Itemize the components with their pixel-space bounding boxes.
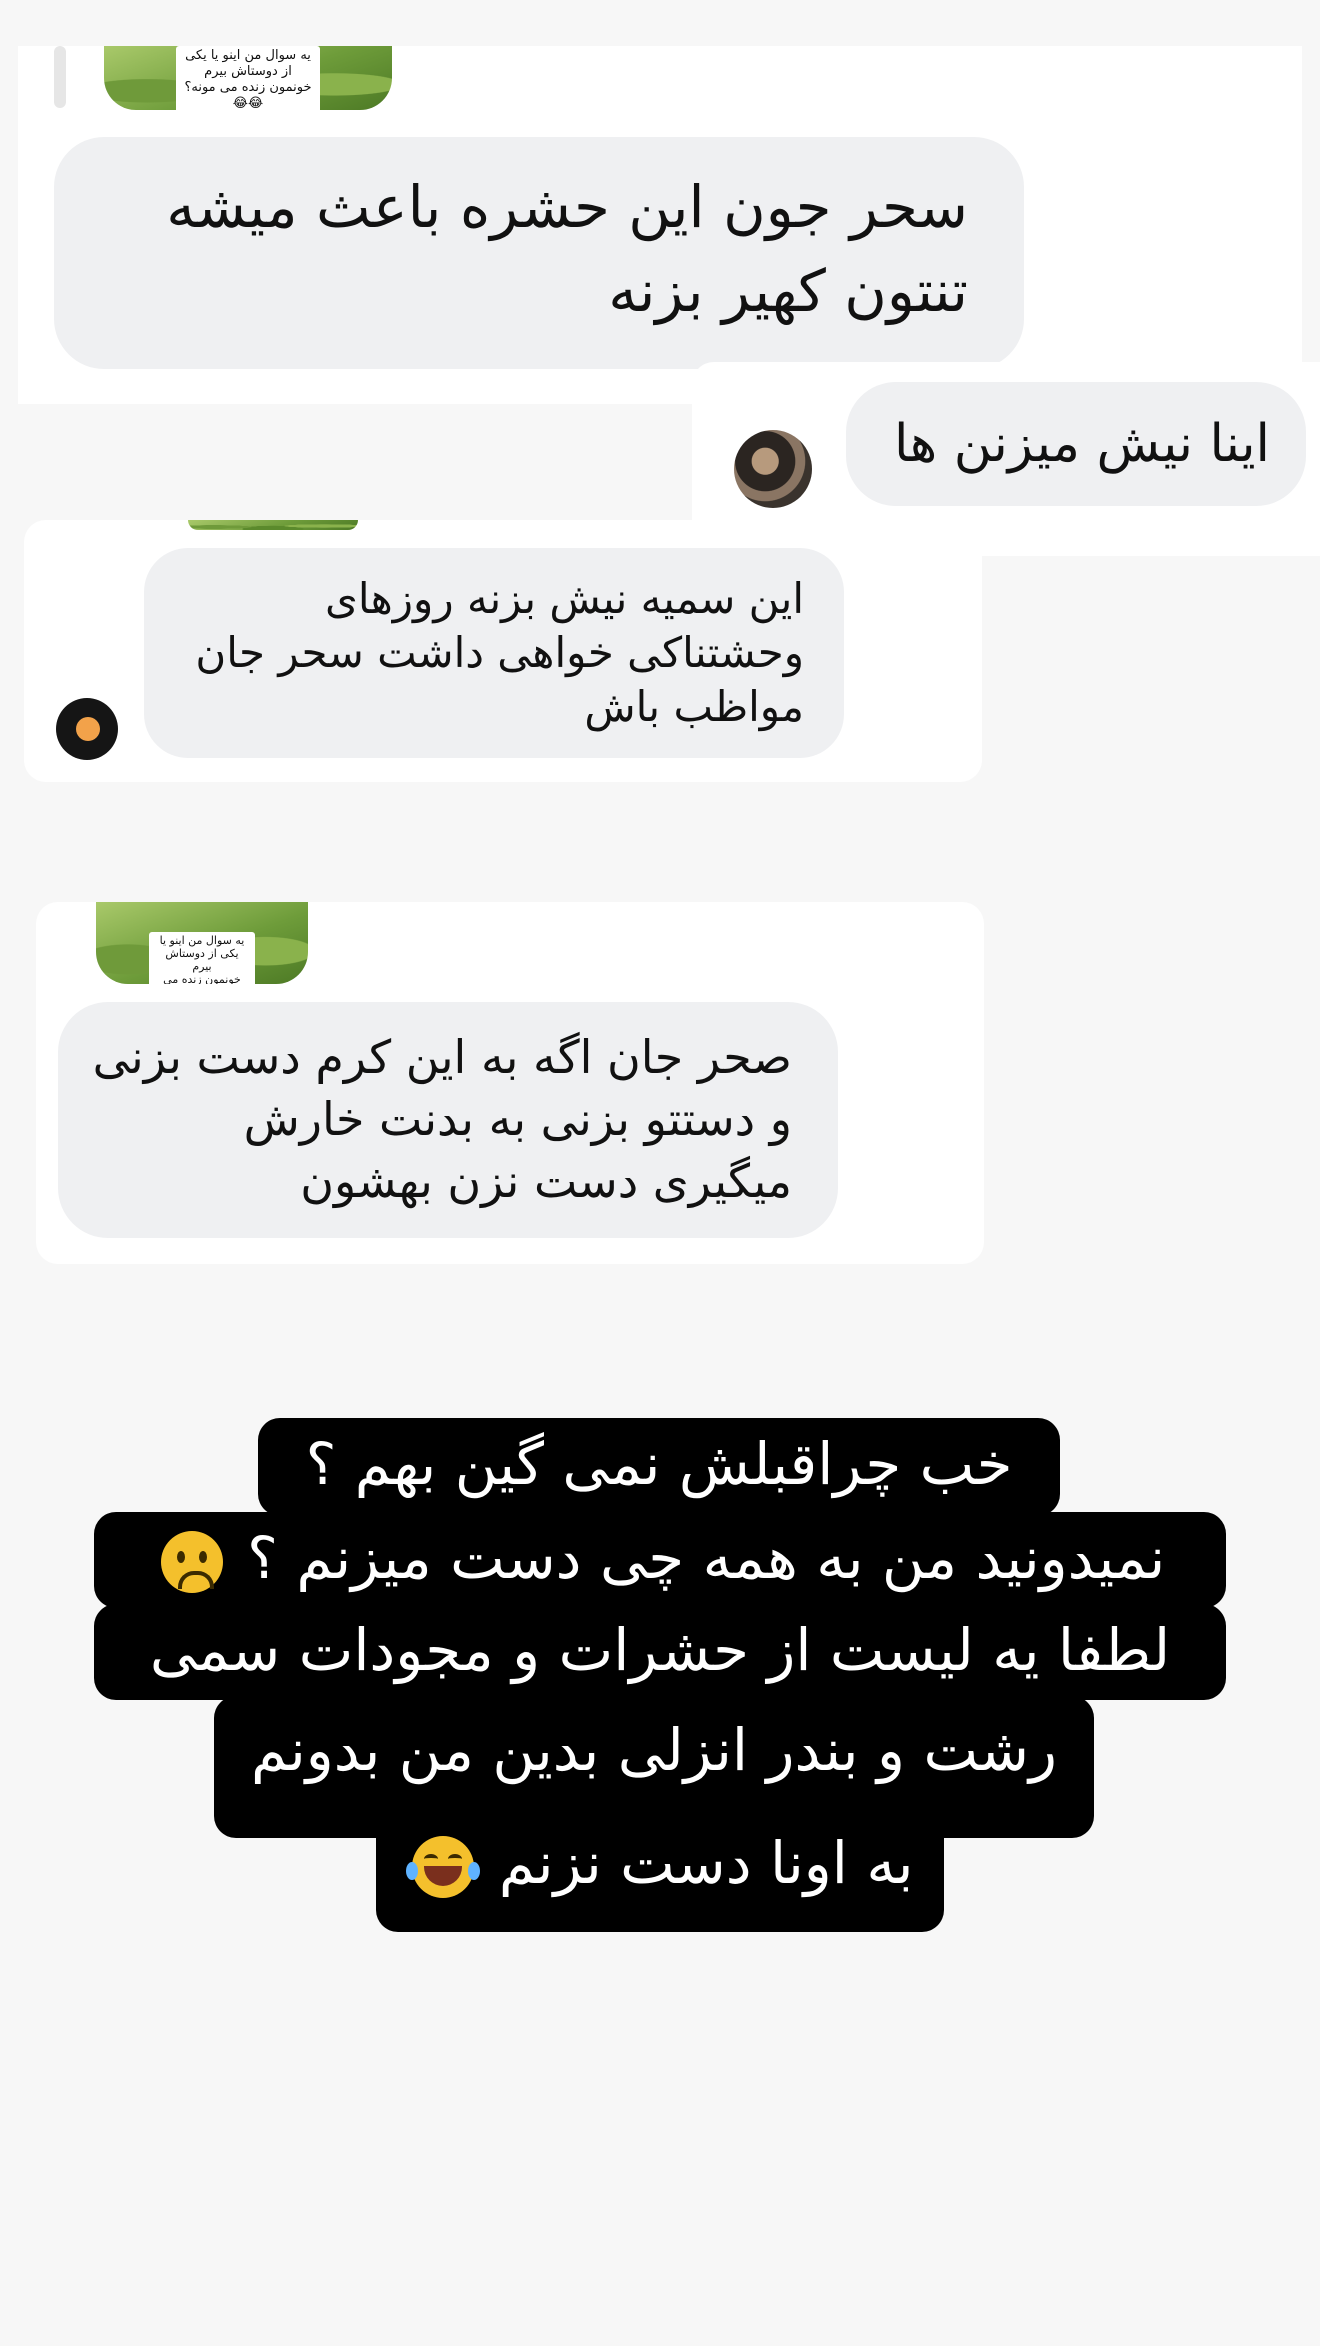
comment-bubble-4: صحر جان اگه به این کرم دست بزنی و دستتو … xyxy=(58,1002,838,1238)
attachment-thumbnail[interactable]: یه سوال من اینو یا یکی از دوستاش بیرم خو… xyxy=(104,46,392,110)
comment-bubble-1: سحر جون این حشره باعث میشه تنتون کهیر بز… xyxy=(54,137,1024,369)
caption-text-4: رشت و بندر انزلی بدین من بدونم xyxy=(251,1716,1057,1784)
thumbnail-caption: یه سوال من اینو یا یکی از دوستاش بیرم خو… xyxy=(149,932,255,984)
tears-of-joy-icon xyxy=(406,1835,481,1898)
caption-text-2: نمیدونید من به همه چی دست میزنم ؟ xyxy=(247,1524,1166,1592)
comment-text-1: سحر جون این حشره باعث میشه تنتون کهیر بز… xyxy=(166,173,968,325)
story-caption-line-5: به اونا دست نزنم xyxy=(376,1788,944,1932)
attachment-thumbnail[interactable] xyxy=(188,520,358,530)
thumbnail-caption: یه سوال من اینو یا یکی از دوستاش بیرم خو… xyxy=(176,46,320,110)
avatar[interactable] xyxy=(734,430,812,508)
caption-text-5: به اونا دست نزنم xyxy=(498,1829,914,1897)
frowning-face-icon xyxy=(160,1530,223,1593)
story-caption-line-1: خب چراقبلش نمی گین بهم ؟ xyxy=(258,1418,1060,1516)
comment-text-3: این سمیه نیش بزنه روزهای وحشتناکی خواهی … xyxy=(195,574,804,731)
comment-text-4: صحر جان اگه به این کرم دست بزنی و دستتو … xyxy=(92,1030,792,1208)
caption-text-1: خب چراقبلش نمی گین بهم ؟ xyxy=(305,1430,1013,1498)
avatar[interactable] xyxy=(56,698,118,760)
story-caption-line-2: نمیدونید من به همه چی دست میزنم ؟ xyxy=(94,1512,1226,1608)
comment-bubble-2: اینا نیش میزنن ها xyxy=(846,382,1306,506)
avatar-icon xyxy=(76,717,100,741)
story-caption-line-3: لطفا یه لیست از حشرات و مجودات سمی xyxy=(94,1604,1226,1700)
comment-text-2: اینا نیش میزنن ها xyxy=(893,414,1270,474)
caption-text-3: لطفا یه لیست از حشرات و مجودات سمی xyxy=(149,1616,1171,1684)
attachment-thumbnail[interactable]: یه سوال من اینو یا یکی از دوستاش بیرم خو… xyxy=(96,902,308,984)
reply-line xyxy=(54,46,66,108)
comment-bubble-3: این سمیه نیش بزنه روزهای وحشتناکی خواهی … xyxy=(144,548,844,758)
